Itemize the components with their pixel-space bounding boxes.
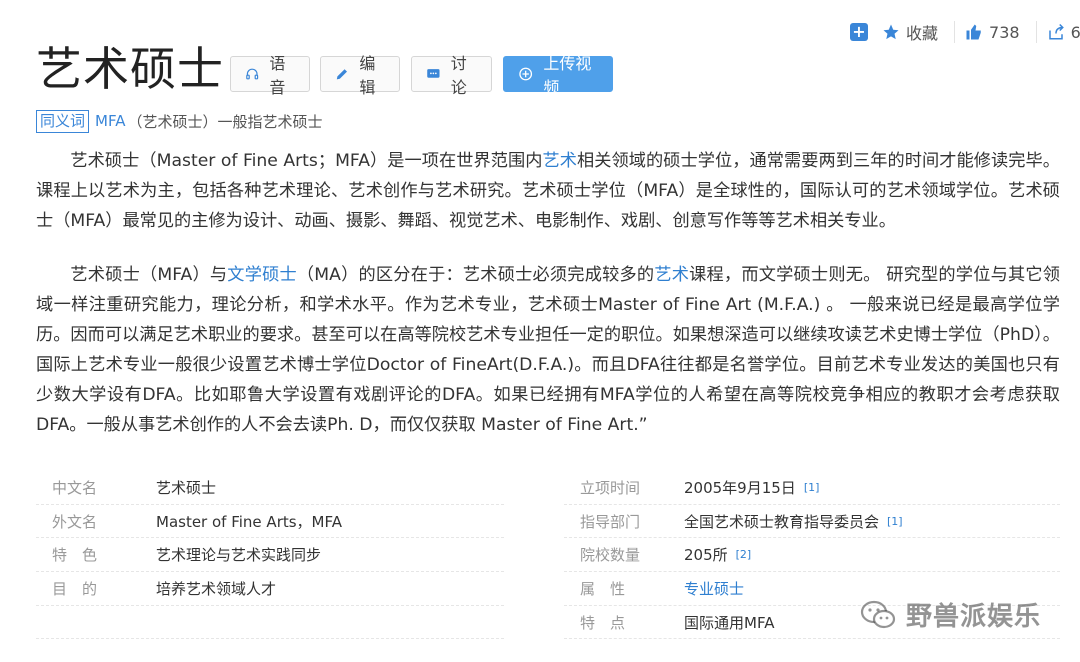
info-cell: 院校数量 205所 [2] — [564, 538, 1060, 573]
like-button[interactable]: 738 — [965, 23, 1020, 42]
summary-paragraph-2: 艺术硕士（MFA）与文学硕士（MA）的区分在于：艺术硕士必须完成较多的艺术课程，… — [36, 260, 1060, 440]
info-value: 2005年9月15日 — [684, 478, 796, 497]
info-value-link[interactable]: 专业硕士 — [684, 578, 744, 599]
page-title: 艺术硕士 — [36, 42, 224, 96]
info-cell: 中文名 艺术硕士 — [36, 471, 504, 505]
synonym-link[interactable]: MFA — [95, 112, 125, 130]
watermark: 野兽派娱乐 — [860, 596, 1041, 633]
info-row: 外文名 Master of Fine Arts，MFA 指导部门 全国艺术硕士教… — [36, 505, 1060, 539]
paragraph-text: 课程，而文学硕士则无。 研究型的学位与其它领域一样注重研究能力，理论分析，和学术… — [36, 265, 1060, 435]
info-value: 国际通用MFA — [684, 613, 775, 632]
paragraph-text: 艺术硕士（MFA）与 — [70, 265, 228, 285]
pencil-icon — [336, 69, 347, 80]
info-row: 中文名 艺术硕士 立项时间 2005年9月15日 [1] — [36, 471, 1060, 505]
info-cell — [36, 606, 504, 640]
info-key: 特 色 — [52, 546, 98, 565]
summary-paragraph-1: 艺术硕士（Master of Fine Arts；MFA）是一项在世界范围内艺术… — [36, 146, 1060, 236]
citation-link[interactable]: [1] — [887, 515, 903, 528]
add-icon[interactable]: + — [850, 23, 868, 41]
info-cell: 指导部门 全国艺术硕士教育指导委员会 [1] — [564, 505, 1060, 539]
info-cell: 目 的 培养艺术领域人才 — [36, 572, 504, 606]
info-value: 艺术硕士 — [156, 478, 217, 497]
upload-label: 上传视频 — [543, 54, 592, 97]
discuss-label: 讨论 — [450, 54, 467, 97]
info-value: 培养艺术领域人才 — [156, 579, 277, 598]
synonym-row: 同义词 MFA （艺术硕士）一般指艺术硕士 — [36, 108, 323, 134]
info-value: 全国艺术硕士教育指导委员会 — [684, 512, 880, 531]
synonym-tag: 同义词 — [36, 109, 90, 133]
headphones-icon — [246, 68, 259, 80]
plus-circle-icon — [519, 67, 533, 81]
edit-label: 编辑 — [359, 54, 376, 97]
info-key: 指导部门 — [580, 512, 641, 531]
share-icon — [1048, 23, 1064, 40]
art-link[interactable]: 艺术 — [543, 151, 578, 171]
info-key: 立项时间 — [580, 478, 641, 497]
share-count: 64 — [1070, 22, 1080, 42]
chat-icon — [427, 69, 440, 78]
info-key: 属 性 — [580, 579, 626, 598]
citation-link[interactable]: [1] — [804, 481, 820, 494]
info-cell: 外文名 Master of Fine Arts，MFA — [36, 505, 504, 539]
synonym-description: （艺术硕士）一般指艺术硕士 — [127, 112, 323, 131]
info-value: Master of Fine Arts，MFA — [156, 512, 343, 531]
discuss-button[interactable]: 讨论 — [411, 54, 492, 97]
paragraph-text: 艺术硕士（Master of Fine Arts；MFA）是一项在世界范围内 — [70, 151, 543, 171]
master-of-arts-link[interactable]: 文学硕士 — [227, 265, 297, 285]
info-key: 院校数量 — [580, 546, 641, 565]
toolbar-divider — [954, 21, 956, 43]
info-row: 特 色 艺术理论与艺术实践同步 院校数量 205所 [2] — [36, 538, 1060, 573]
collect-label: 收藏 — [906, 24, 939, 43]
share-button[interactable]: 64 — [1047, 23, 1080, 42]
info-key: 外文名 — [52, 512, 98, 531]
upload-video-button[interactable]: 上传视频 — [503, 54, 613, 97]
collect-button[interactable]: 收藏 — [882, 20, 938, 44]
art-link[interactable]: 艺术 — [654, 265, 689, 285]
info-value: 艺术理论与艺术实践同步 — [156, 546, 322, 565]
like-count: 738 — [989, 22, 1020, 42]
info-key: 特 点 — [580, 613, 626, 632]
info-key: 中文名 — [52, 478, 98, 497]
edit-button[interactable]: 编辑 — [320, 54, 400, 97]
thumbs-up-icon — [966, 24, 981, 40]
info-cell: 立项时间 2005年9月15日 [1] — [564, 471, 1060, 505]
star-icon — [883, 24, 899, 40]
page-toolbar: + 收藏 738 64 — [846, 19, 1080, 45]
citation-link[interactable]: [2] — [736, 548, 752, 561]
voice-label: 语音 — [269, 54, 286, 97]
paragraph-text: （MA）的区分在于：艺术硕士必须完成较多的 — [296, 265, 655, 285]
info-key: 目 的 — [52, 579, 98, 598]
info-cell: 特 色 艺术理论与艺术实践同步 — [36, 538, 504, 573]
toolbar-divider — [1035, 21, 1037, 43]
info-value: 205所 — [684, 546, 728, 565]
voice-button[interactable]: 语音 — [230, 54, 310, 97]
wechat-icon — [860, 600, 896, 628]
watermark-text: 野兽派娱乐 — [906, 602, 1042, 632]
